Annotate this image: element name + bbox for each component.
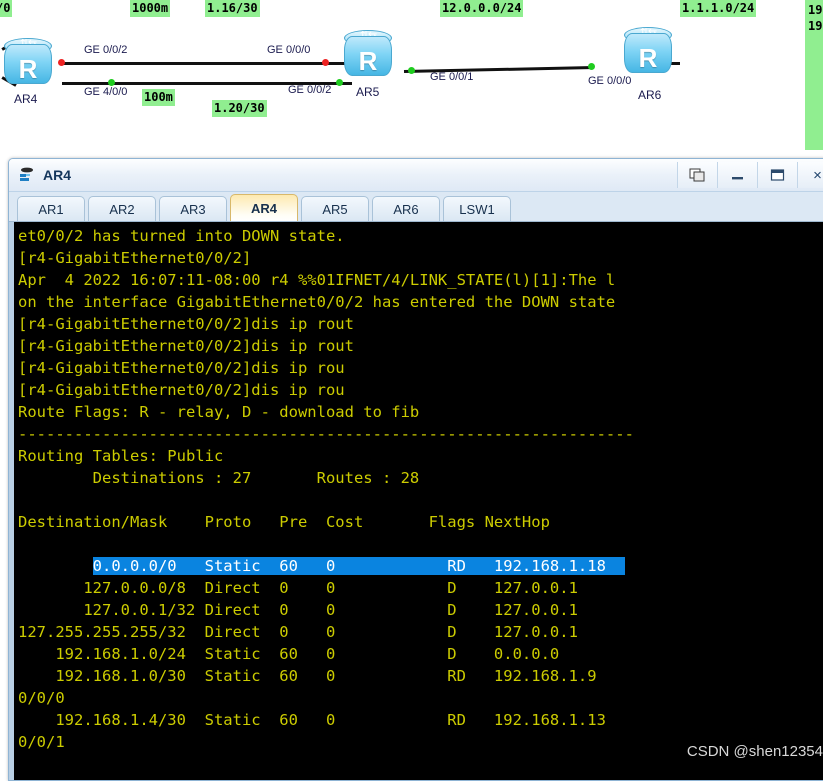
console-output[interactable]: et0/0/2 has turned into DOWN state. [r4-G… [9, 222, 823, 780]
router-ar6[interactable]: ⇅⇆ R [620, 25, 676, 79]
ar4-console-window[interactable]: AR4 × AR1 AR2 AR3 AR4 AR5 AR6 LSW1 et0/0… [8, 158, 823, 781]
tab-label: AR4 [250, 200, 277, 216]
device-tab-bar[interactable]: AR1 AR2 AR3 AR4 AR5 AR6 LSW1 [9, 192, 823, 222]
restore-button[interactable] [677, 162, 717, 188]
tab-ar3[interactable]: AR3 [159, 196, 227, 221]
router-ar4[interactable]: ⇅⇆ R [0, 36, 56, 90]
window-controls[interactable]: × [677, 162, 823, 188]
link-endpoint-dot-up[interactable] [408, 67, 415, 74]
interface-label-ge-0-0-0-ar6: GE 0/0/0 [588, 75, 632, 87]
terminal-line-container: et0/0/2 has turned into DOWN state. [r4-G… [18, 225, 823, 753]
tab-ar2[interactable]: AR2 [88, 196, 156, 221]
minimize-button[interactable] [717, 162, 757, 188]
router-label-ar6: AR6 [638, 88, 662, 102]
window-title: AR4 [43, 167, 72, 183]
terminal-line: on the interface GigabitEthernet0/0/2 ha… [18, 293, 616, 311]
terminal-line: 127.0.0.0/8 Direct 0 0 D 127.0.0.1 [18, 579, 578, 597]
terminal-line: 192.168.1.0/30 Static 60 0 RD 192.168.1.… [18, 667, 597, 685]
terminal-line: 127.255.255.255/32 Direct 0 0 D 127.0.0.… [18, 623, 578, 641]
terminal-line-highlighted: 0.0.0.0/0 Static 60 0 RD 192.168.1.18 [18, 555, 823, 577]
ip-label-1000m: 1000m [130, 0, 171, 17]
window-titlebar[interactable]: AR4 × [9, 159, 823, 192]
side-panel-line-1: 19 [808, 3, 823, 17]
tab-label: AR3 [180, 201, 206, 217]
tab-lsw1[interactable]: LSW1 [443, 196, 511, 221]
side-panel-line-2: 19 [808, 19, 823, 33]
interface-label-ge-0-0-2-ar5: GE 0/0/2 [288, 84, 332, 96]
terminal-line: [r4-GigabitEthernet0/0/2]dis ip rou [18, 381, 345, 399]
router-glyph: R [638, 43, 658, 73]
ip-label-1-16-30: 1.16/30 [205, 0, 260, 17]
terminal-line: et0/0/2 has turned into DOWN state. [18, 227, 345, 245]
tab-label: AR6 [393, 201, 419, 217]
interface-label-ge-0-0-2-ar4: GE 0/0/2 [84, 44, 128, 56]
router-glyph: R [18, 54, 38, 84]
maximize-button[interactable] [757, 162, 797, 188]
network-topology-canvas[interactable]: ⇅⇆ R AR4 ⇅⇆ R AR5 ⇅⇆ R AR6 GE 0/0/2 GE 0… [0, 0, 823, 155]
terminal-line: Route Flags: R - relay, D - download to … [18, 403, 420, 421]
terminal-line: 127.0.0.1/32 Direct 0 0 D 127.0.0.1 [18, 601, 578, 619]
side-info-panel: 19 19 [805, 0, 823, 150]
link-endpoint-dot-up[interactable] [108, 79, 115, 86]
terminal-line: Apr 4 2022 16:07:11-08:00 r4 %%01IFNET/4… [18, 271, 616, 289]
router-label-ar5: AR5 [356, 85, 380, 99]
link-endpoint-dot-down[interactable] [58, 59, 65, 66]
tab-label: AR1 [38, 201, 64, 217]
terminal-line: 0/0/0 [18, 689, 65, 707]
tab-label: LSW1 [459, 201, 495, 217]
terminal-line: Destination/Mask Proto Pre Cost Flags Ne… [18, 513, 550, 531]
link-endpoint-dot-up[interactable] [588, 63, 595, 70]
tab-bar-filler [514, 196, 823, 221]
ip-label-12-0-0-0-24: 12.0.0.0/24 [440, 0, 524, 17]
tab-label: AR5 [322, 201, 348, 217]
link-ar4-ar5-upper[interactable] [62, 62, 352, 65]
close-button[interactable]: × [797, 162, 823, 188]
ip-label-1-1-1-0-24: 1.1.1.0/24 [680, 0, 757, 17]
interface-label-ge-0-0-0-ar5: GE 0/0/0 [267, 44, 311, 56]
terminal-line: 192.168.1.4/30 Static 60 0 RD 192.168.1.… [18, 711, 606, 729]
selected-route-row[interactable]: 0.0.0.0/0 Static 60 0 RD 192.168.1.18 [92, 557, 625, 575]
terminal-line: [r4-GigabitEthernet0/0/2] [18, 249, 252, 267]
csdn-watermark: CSDN @shen12354 [686, 743, 823, 760]
terminal-line: [r4-GigabitEthernet0/0/2]dis ip rou [18, 359, 345, 377]
tab-label: AR2 [109, 201, 135, 217]
router-ar5[interactable]: ⇅⇆ R [340, 28, 396, 82]
ip-label-1-20-30: 1.20/30 [212, 100, 267, 117]
tab-ar4[interactable]: AR4 [230, 194, 298, 221]
tab-ar6[interactable]: AR6 [372, 196, 440, 221]
terminal-line: ----------------------------------------… [18, 425, 634, 443]
terminal-line: [r4-GigabitEthernet0/0/2]dis ip rout [18, 315, 354, 333]
ip-label-100m: 100m [142, 89, 175, 106]
interface-label-ge-0-0-1-ar5: GE 0/0/1 [430, 71, 474, 83]
link-endpoint-dot-down[interactable] [322, 59, 329, 66]
tab-ar1[interactable]: AR1 [17, 196, 85, 221]
interface-label-ge-4-0-0-ar4: GE 4/0/0 [84, 86, 128, 98]
close-icon: × [813, 166, 822, 184]
ip-label-partial: /0 [0, 0, 13, 17]
tab-ar5[interactable]: AR5 [301, 196, 369, 221]
router-label-ar4: AR4 [14, 92, 38, 106]
terminal-line: 192.168.1.0/24 Static 60 0 D 0.0.0.0 [18, 645, 560, 663]
terminal-line: Routing Tables: Public [18, 447, 224, 465]
router-glyph: R [358, 46, 378, 76]
router-icon [17, 165, 37, 185]
terminal-line: Destinations : 27 Routes : 28 [18, 469, 420, 487]
terminal-line: [r4-GigabitEthernet0/0/2]dis ip rout [18, 337, 354, 355]
